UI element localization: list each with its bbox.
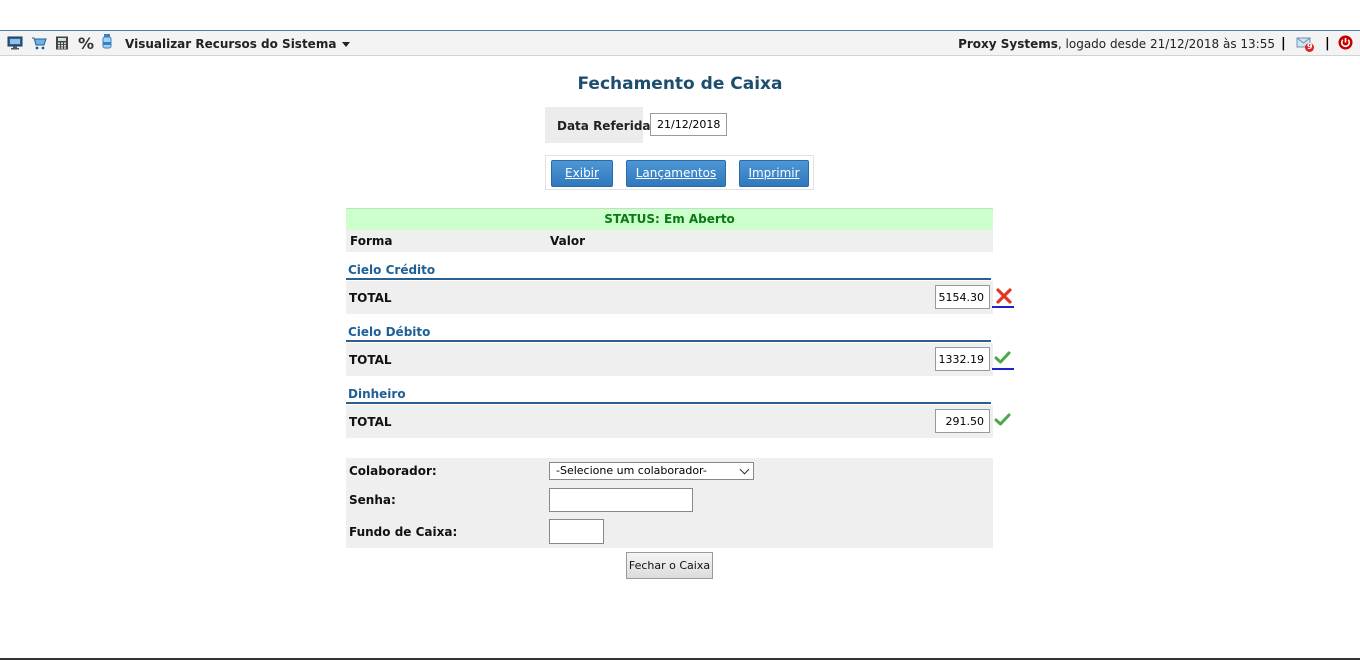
senha-label: Senha: bbox=[349, 493, 396, 507]
colaborador-label: Colaborador: bbox=[349, 464, 437, 478]
section-title-cielo-credito: Cielo Crédito bbox=[348, 263, 436, 277]
table-row: TOTAL 5154.30 bbox=[346, 281, 993, 314]
top-toolbar: % Visualizar Recursos do Sistema Proxy S… bbox=[0, 31, 1360, 56]
cart-icon[interactable] bbox=[31, 36, 47, 50]
status-badge: STATUS: Em Aberto bbox=[346, 208, 993, 230]
water-bottle-icon[interactable] bbox=[101, 34, 117, 49]
lancamentos-button[interactable]: Lançamentos bbox=[626, 160, 726, 187]
separator: | bbox=[1325, 36, 1330, 51]
separator: | bbox=[1281, 36, 1286, 51]
calculator-icon[interactable] bbox=[55, 36, 71, 50]
check-icon bbox=[994, 413, 1016, 433]
imprimir-button[interactable]: Imprimir bbox=[739, 160, 809, 187]
link-underline bbox=[992, 306, 1014, 308]
login-info: Proxy Systems, logado desde 21/12/2018 à… bbox=[958, 37, 1275, 51]
fundo-caixa-label: Fundo de Caixa: bbox=[349, 525, 458, 539]
close-cash-button[interactable]: Fechar o Caixa bbox=[626, 552, 713, 579]
table-row: TOTAL 291.50 bbox=[346, 405, 993, 438]
login-since: , logado desde 21/12/2018 às 13:55 bbox=[1057, 37, 1275, 51]
colaborador-selected-value: -Selecione um colaborador- bbox=[556, 464, 707, 477]
close-cash-form: Colaborador: -Selecione um colaborador- … bbox=[346, 458, 993, 548]
monitor-icon[interactable] bbox=[7, 36, 23, 50]
notification-count: 9 bbox=[1307, 42, 1313, 51]
total-value-input[interactable]: 1332.19 bbox=[935, 347, 990, 371]
table-row: TOTAL 1332.19 bbox=[346, 343, 993, 376]
section-title-cielo-debito: Cielo Débito bbox=[348, 325, 431, 339]
section-divider bbox=[346, 402, 991, 404]
page-title: Fechamento de Caixa bbox=[577, 74, 783, 94]
system-resources-menu[interactable]: Visualizar Recursos do Sistema bbox=[125, 37, 351, 51]
chevron-down-icon bbox=[739, 464, 750, 475]
password-field[interactable] bbox=[549, 488, 693, 512]
section-divider bbox=[346, 340, 991, 342]
section-title-dinheiro: Dinheiro bbox=[348, 387, 406, 401]
date-input[interactable]: 21/12/2018 bbox=[650, 113, 727, 136]
system-resources-label: Visualizar Recursos do Sistema bbox=[125, 37, 337, 51]
chevron-down-icon bbox=[342, 42, 351, 47]
notification-icon[interactable]: 9 bbox=[1296, 35, 1316, 53]
section-divider bbox=[346, 278, 991, 280]
table-header: Forma Valor bbox=[346, 230, 993, 252]
exibir-button[interactable]: Exibir bbox=[551, 160, 613, 187]
total-value-input[interactable]: 5154.30 bbox=[935, 285, 990, 309]
column-header-valor: Valor bbox=[550, 234, 586, 248]
company-name: Proxy Systems bbox=[958, 37, 1058, 51]
date-label: Data Referida: bbox=[557, 119, 656, 133]
percent-icon[interactable]: % bbox=[78, 34, 94, 53]
total-label: TOTAL bbox=[349, 353, 392, 367]
total-label: TOTAL bbox=[349, 415, 392, 429]
total-value-input[interactable]: 291.50 bbox=[935, 409, 990, 433]
column-header-forma: Forma bbox=[350, 234, 393, 248]
link-underline bbox=[992, 368, 1014, 370]
power-icon[interactable] bbox=[1338, 35, 1354, 50]
total-label: TOTAL bbox=[349, 291, 392, 305]
fundo-caixa-field[interactable] bbox=[549, 519, 604, 544]
colaborador-select[interactable]: -Selecione um colaborador- bbox=[549, 462, 754, 480]
delete-icon[interactable] bbox=[994, 287, 1016, 307]
